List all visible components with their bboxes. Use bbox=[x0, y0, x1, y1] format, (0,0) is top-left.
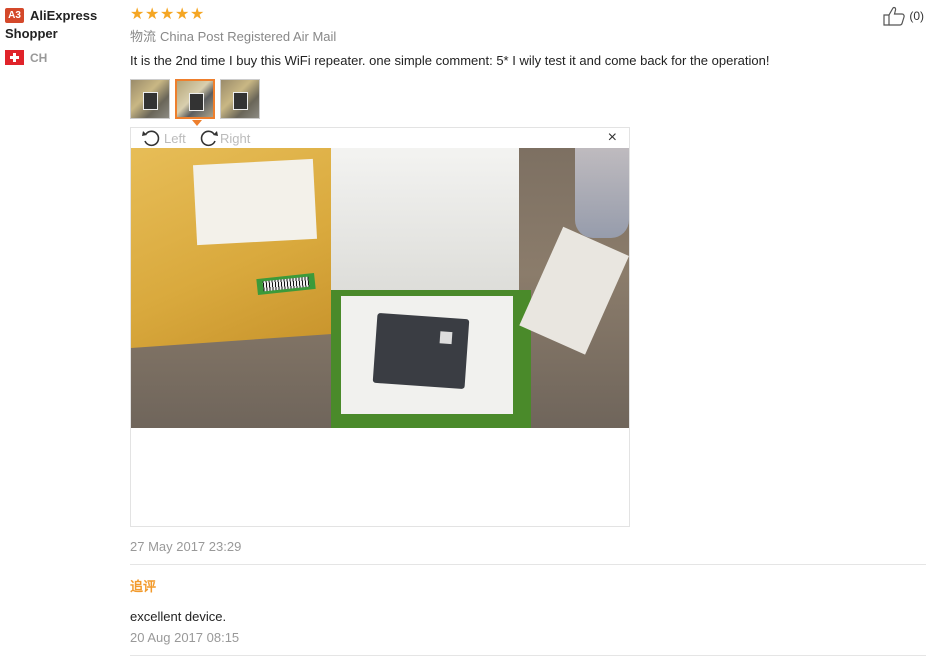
star-icon: ★ bbox=[190, 6, 205, 23]
shipping-info: 物流 China Post Registered Air Mail bbox=[130, 28, 926, 45]
shipping-label: 物流 bbox=[130, 29, 157, 44]
reviewer-name-line2: Shopper bbox=[5, 26, 58, 41]
star-icon: ★ bbox=[130, 6, 145, 23]
buyer-level-badge: A3 bbox=[5, 8, 24, 23]
photo-shipping-label bbox=[192, 158, 318, 246]
thumbnail-device bbox=[143, 92, 158, 110]
review-date: 27 May 2017 23:29 bbox=[130, 539, 242, 554]
followup-text: excellent device. bbox=[130, 609, 227, 624]
reviewer-country: CH bbox=[5, 50, 123, 65]
review-thumbnail-selected[interactable] bbox=[175, 79, 215, 126]
star-icon: ★ bbox=[160, 6, 175, 23]
rotate-left-button[interactable]: Left bbox=[141, 128, 186, 148]
review-thumbnails bbox=[130, 79, 926, 126]
star-rating: ★★★★★ bbox=[130, 6, 926, 24]
divider bbox=[130, 564, 926, 565]
reviewer-name-row: A3 AliExpress bbox=[5, 6, 123, 25]
rotate-right-label: Right bbox=[220, 130, 251, 146]
shipping-method: China Post Registered Air Mail bbox=[160, 29, 337, 44]
review-comment: It is the 2nd time I buy this WiFi repea… bbox=[130, 53, 770, 68]
star-icon: ★ bbox=[145, 6, 160, 23]
close-icon[interactable]: × bbox=[608, 130, 617, 146]
image-viewer: Left Right × bbox=[130, 127, 630, 527]
rotate-left-label: Left bbox=[164, 130, 186, 146]
divider bbox=[130, 655, 926, 656]
review-thumbnail[interactable] bbox=[130, 79, 170, 119]
photo-booklet bbox=[519, 226, 629, 355]
review-body: ★★★★★ 物流 China Post Registered Air Mail I… bbox=[130, 6, 926, 656]
photo-glass bbox=[575, 148, 629, 238]
reviewer-info: A3 AliExpress Shopper CH bbox=[5, 6, 123, 65]
rotate-left-icon bbox=[142, 130, 160, 147]
reviewer-name: AliExpress bbox=[30, 8, 98, 23]
country-code: CH bbox=[30, 50, 48, 65]
thumbnail-device bbox=[189, 93, 204, 111]
photo-qr-code bbox=[439, 331, 453, 345]
rotate-right-button[interactable]: Right bbox=[197, 128, 250, 148]
photo-box-lid bbox=[331, 148, 519, 298]
thumbnail-device bbox=[233, 92, 248, 110]
followup-date: 20 Aug 2017 08:15 bbox=[130, 630, 240, 645]
rotate-right-icon bbox=[200, 130, 218, 147]
image-viewer-toolbar: Left Right × bbox=[131, 128, 629, 148]
review-thumbnail[interactable] bbox=[220, 79, 260, 119]
swiss-flag-icon bbox=[5, 50, 24, 65]
followup-title: 追评 bbox=[130, 579, 157, 594]
star-icon: ★ bbox=[175, 6, 190, 23]
review-photo bbox=[131, 148, 629, 428]
photo-wifi-repeater bbox=[372, 312, 470, 390]
